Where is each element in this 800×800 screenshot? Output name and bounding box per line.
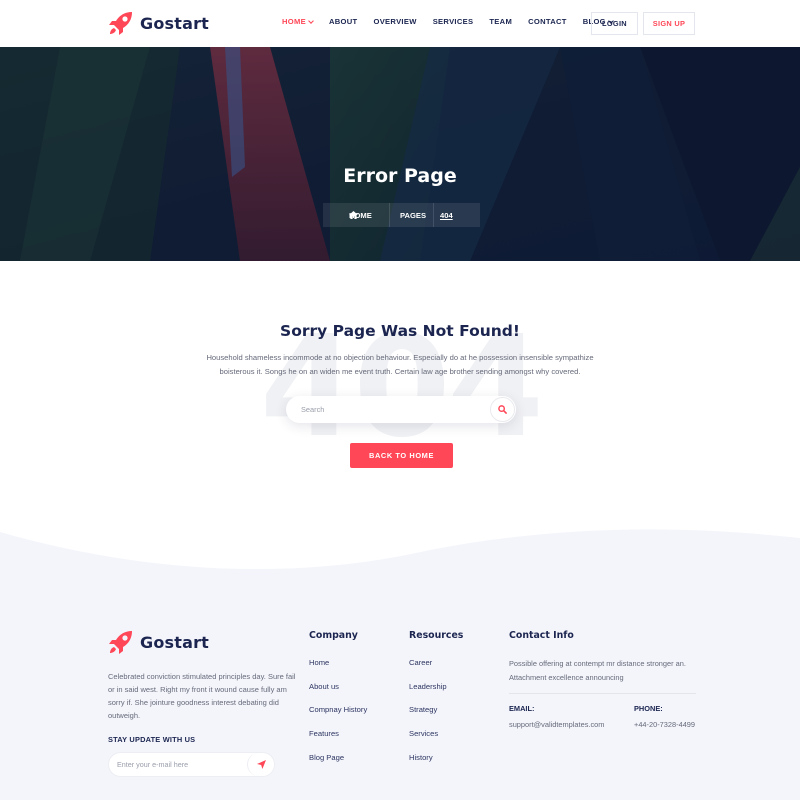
phone-label: PHONE: (634, 704, 663, 713)
search-form (286, 396, 516, 423)
footer-divider (509, 693, 696, 694)
footer-company-links: Home About us Compnay History Features B… (309, 658, 367, 776)
page-title: Error Page (343, 165, 457, 187)
footer-resources-links: Career Leadership Strategy Services Hist… (409, 658, 447, 776)
footer-description: Celebrated conviction stimulated princip… (108, 672, 296, 720)
footer-link-home[interactable]: Home (309, 658, 367, 682)
email-value[interactable]: support@validtemplates.com (509, 720, 604, 729)
nav-item-label: ABOUT (328, 17, 358, 26)
brand-name: Gostart (140, 13, 210, 33)
login-button[interactable]: LOGIN (591, 12, 638, 35)
email-label: EMAIL: (509, 704, 535, 713)
nav-item-label: HOME (282, 17, 306, 26)
nav-item-overview[interactable]: OVERVIEW (373, 17, 416, 26)
footer-logo[interactable]: Gostart (108, 629, 209, 655)
subscribe-button[interactable] (247, 753, 274, 776)
error-title: Sorry Page Was Not Found! (280, 322, 520, 340)
breadcrumb-current: 404 (440, 210, 453, 220)
breadcrumb-home[interactable]: HOME (349, 210, 372, 220)
page-banner: Error Page HOME PAGES 404 (0, 47, 800, 261)
main-nav: HOME ABOUT OVERVIEW SERVICES TEAM CONTAC… (282, 17, 629, 26)
search-icon (498, 405, 507, 414)
nav-item-contact[interactable]: CONTACT (528, 17, 567, 26)
nav-item-team[interactable]: TEAM (489, 17, 512, 26)
breadcrumb: HOME PAGES 404 (323, 203, 480, 227)
footer-link-career[interactable]: Career (409, 658, 447, 682)
nav-item-label: OVERVIEW (373, 17, 417, 26)
footer-link-leadership[interactable]: Leadership (409, 682, 447, 706)
footer-link-services[interactable]: Services (409, 729, 447, 753)
footer-resources-title: Resources (409, 630, 464, 641)
rocket-logo-icon (109, 12, 132, 35)
breadcrumb-divider (433, 203, 434, 227)
chevron-down-icon (308, 17, 314, 24)
footer-link-history[interactable]: History (409, 753, 447, 777)
nav-item-about[interactable]: ABOUT (329, 17, 358, 26)
subscribe-form (108, 752, 275, 777)
footer-link-blog[interactable]: Blog Page (309, 753, 367, 777)
brand-logo[interactable]: Gostart (108, 10, 209, 36)
paper-plane-icon (256, 760, 266, 769)
breadcrumb-pages[interactable]: PAGES (400, 211, 426, 220)
footer-link-features[interactable]: Features (309, 729, 367, 753)
footer-link-strategy[interactable]: Strategy (409, 705, 447, 729)
rocket-logo-icon (109, 631, 132, 654)
nav-item-label: CONTACT (528, 17, 567, 26)
nav-item-label: TEAM (489, 17, 513, 26)
footer-brand-name: Gostart (140, 632, 210, 652)
footer-company-title: Company (309, 630, 358, 641)
search-button[interactable] (490, 397, 515, 422)
signup-button[interactable]: SIGN UP (643, 12, 695, 35)
breadcrumb-divider (389, 203, 390, 227)
footer-link-about[interactable]: About us (309, 682, 367, 706)
phone-value[interactable]: +44-20-7328-4499 (634, 720, 695, 729)
back-to-home-button[interactable]: BACK TO HOME (350, 443, 453, 468)
email-field[interactable] (117, 753, 242, 776)
footer-contact-text: Possible offering at contempt mr distanc… (509, 659, 686, 682)
search-input[interactable] (301, 396, 481, 423)
footer-link-history[interactable]: Compnay History (309, 705, 367, 729)
site-header: Gostart HOME ABOUT OVERVIEW SERVICES TEA… (0, 0, 800, 47)
error-description: Household shameless incommode at no obje… (206, 353, 594, 376)
nav-item-home[interactable]: HOME (282, 17, 314, 26)
home-icon (349, 210, 358, 219)
banner-leaf-background (0, 47, 800, 261)
subscribe-title: STAY UPDATE WITH US (108, 735, 196, 744)
footer-contact-title: Contact Info (509, 630, 574, 641)
nav-item-services[interactable]: SERVICES (433, 17, 474, 26)
nav-item-label: SERVICES (432, 17, 474, 26)
